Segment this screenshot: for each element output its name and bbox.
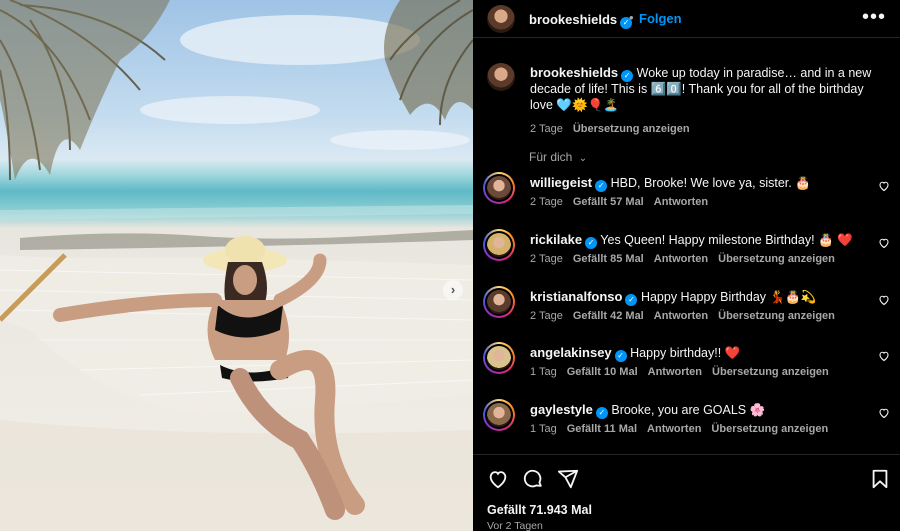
comment-meta: 1 Tag Gefällt 11 Mal Antworten Übersetzung … bbox=[530, 423, 828, 435]
commenter-username[interactable]: williegeist bbox=[530, 175, 592, 190]
sort-label: Für dich bbox=[529, 150, 573, 164]
comment-text: Yes Queen! Happy milestone Birthday! 🎂 ❤… bbox=[600, 233, 853, 247]
comment-likes[interactable]: Gefällt 57 Mal bbox=[573, 196, 644, 208]
comment-body: rickilake ✓ Yes Queen! Happy milestone Bi… bbox=[530, 232, 853, 249]
story-ring[interactable] bbox=[483, 229, 515, 261]
commenter-avatar[interactable] bbox=[487, 403, 511, 427]
comment-meta: 2 Tage Gefällt 42 Mal Antworten Übersetzung… bbox=[530, 310, 835, 322]
translate-link[interactable]: Übersetzung anzeigen bbox=[711, 423, 828, 435]
post-photo: › bbox=[0, 0, 473, 531]
comment-body: kristianalfonso ✓ Happy Happy Birthday 💃🎂… bbox=[530, 289, 816, 306]
post-actions: Gefällt 71.943 Mal Vor 2 Tagen bbox=[473, 454, 900, 531]
story-ring[interactable] bbox=[483, 172, 515, 204]
post-caption: brookeshields ✓ Woke up today in paradise… bbox=[530, 65, 880, 138]
comment-time[interactable]: 2 Tage bbox=[530, 253, 563, 265]
like-comment-heart-icon[interactable] bbox=[878, 407, 890, 419]
comment-time[interactable]: 2 Tage bbox=[530, 310, 563, 322]
reply-button[interactable]: Antworten bbox=[654, 196, 708, 208]
like-comment-heart-icon[interactable] bbox=[878, 294, 890, 306]
verified-badge-icon: ✓ bbox=[585, 237, 598, 249]
comment-row: gaylestyle ✓ Brooke, you are GOALS 🌸 1 Ta… bbox=[473, 399, 900, 449]
caption-author-avatar[interactable] bbox=[487, 63, 515, 91]
commenter-avatar[interactable] bbox=[487, 346, 511, 370]
caption-meta: 2 Tage Übersetzung anzeigen bbox=[530, 122, 880, 138]
reply-button[interactable]: Antworten bbox=[647, 423, 701, 435]
likes-count[interactable]: Gefällt 71.943 Mal bbox=[487, 503, 592, 517]
caption-time[interactable]: 2 Tage bbox=[530, 123, 563, 135]
reply-button[interactable]: Antworten bbox=[654, 253, 708, 265]
story-ring[interactable] bbox=[483, 286, 515, 318]
comment-icon[interactable] bbox=[522, 468, 544, 490]
comment-row: angelakinsey ✓ Happy birthday!! ❤️ 1 Tag G… bbox=[473, 342, 900, 392]
story-ring[interactable] bbox=[483, 399, 515, 431]
author-name-group: brookeshields ✓ bbox=[529, 11, 633, 29]
post-header: brookeshields ✓ • Folgen ••• bbox=[473, 0, 900, 38]
share-icon[interactable] bbox=[557, 468, 579, 490]
reply-button[interactable]: Antworten bbox=[648, 366, 702, 378]
comment-time[interactable]: 2 Tage bbox=[530, 196, 563, 208]
follow-button[interactable]: Folgen bbox=[639, 11, 682, 26]
comment-text: Brooke, you are GOALS 🌸 bbox=[611, 403, 766, 417]
translate-link[interactable]: Übersetzung anzeigen bbox=[718, 253, 835, 265]
verified-badge-icon: ✓ bbox=[595, 180, 608, 192]
verified-badge-icon: ✓ bbox=[625, 294, 638, 306]
translate-link[interactable]: Übersetzung anzeigen bbox=[718, 310, 835, 322]
commenter-username[interactable]: gaylestyle bbox=[530, 402, 593, 417]
comment-text: Happy Happy Birthday 💃🎂💫 bbox=[640, 290, 817, 304]
comment-sort-dropdown[interactable]: Für dich ⌄ bbox=[529, 150, 587, 164]
commenter-username[interactable]: angelakinsey bbox=[530, 345, 612, 360]
like-comment-heart-icon[interactable] bbox=[878, 237, 890, 249]
beach-hammock-image bbox=[0, 0, 473, 531]
comment-body: gaylestyle ✓ Brooke, you are GOALS 🌸 bbox=[530, 402, 765, 419]
verified-badge-icon: ✓ bbox=[621, 70, 634, 82]
author-username[interactable]: brookeshields bbox=[529, 12, 617, 27]
comment-likes[interactable]: Gefällt 85 Mal bbox=[573, 253, 644, 265]
comment-text: HBD, Brooke! We love ya, sister. 🎂 bbox=[610, 176, 811, 190]
comment-row: rickilake ✓ Yes Queen! Happy milestone Bi… bbox=[473, 229, 900, 279]
like-comment-heart-icon[interactable] bbox=[878, 350, 890, 362]
comment-time[interactable]: 1 Tag bbox=[530, 423, 557, 435]
post-panel: brookeshields ✓ • Folgen ••• brookeshield… bbox=[473, 0, 900, 531]
comment-meta: 2 Tage Gefällt 85 Mal Antworten Übersetzung… bbox=[530, 253, 835, 265]
comment-time[interactable]: 1 Tag bbox=[530, 366, 557, 378]
comment-likes[interactable]: Gefällt 42 Mal bbox=[573, 310, 644, 322]
comment-text: Happy birthday!! ❤️ bbox=[630, 346, 741, 360]
commenter-username[interactable]: rickilake bbox=[530, 232, 582, 247]
author-avatar[interactable] bbox=[487, 5, 515, 33]
separator-dot: • bbox=[629, 10, 634, 25]
reply-button[interactable]: Antworten bbox=[654, 310, 708, 322]
comment-body: angelakinsey ✓ Happy birthday!! ❤️ bbox=[530, 345, 740, 362]
heart-icon[interactable] bbox=[487, 468, 509, 490]
commenter-avatar[interactable] bbox=[487, 290, 511, 314]
more-options-icon[interactable]: ••• bbox=[862, 6, 886, 29]
verified-badge-icon: ✓ bbox=[595, 407, 608, 419]
like-comment-heart-icon[interactable] bbox=[878, 180, 890, 192]
commenter-avatar[interactable] bbox=[487, 233, 511, 257]
comment-meta: 2 Tage Gefällt 57 Mal Antworten bbox=[530, 196, 718, 208]
comment-row: williegeist ✓ HBD, Brooke! We love ya, si… bbox=[473, 172, 900, 222]
comment-meta: 1 Tag Gefällt 10 Mal Antworten Übersetzung … bbox=[530, 366, 829, 378]
next-image-button[interactable]: › bbox=[443, 280, 463, 300]
commenter-avatar[interactable] bbox=[487, 176, 511, 200]
story-ring[interactable] bbox=[483, 342, 515, 374]
caption-translate-link[interactable]: Übersetzung anzeigen bbox=[573, 123, 690, 135]
caption-username[interactable]: brookeshields bbox=[530, 65, 618, 80]
comment-likes[interactable]: Gefällt 11 Mal bbox=[567, 423, 637, 435]
chevron-down-icon: ⌄ bbox=[578, 153, 588, 164]
post-date[interactable]: Vor 2 Tagen bbox=[487, 520, 543, 531]
comment-body: williegeist ✓ HBD, Brooke! We love ya, si… bbox=[530, 175, 811, 192]
comment-row: kristianalfonso ✓ Happy Happy Birthday 💃🎂… bbox=[473, 286, 900, 336]
comment-likes[interactable]: Gefällt 10 Mal bbox=[567, 366, 638, 378]
translate-link[interactable]: Übersetzung anzeigen bbox=[712, 366, 829, 378]
verified-badge-icon: ✓ bbox=[614, 350, 627, 362]
bookmark-icon[interactable] bbox=[869, 468, 891, 490]
commenter-username[interactable]: kristianalfonso bbox=[530, 289, 622, 304]
